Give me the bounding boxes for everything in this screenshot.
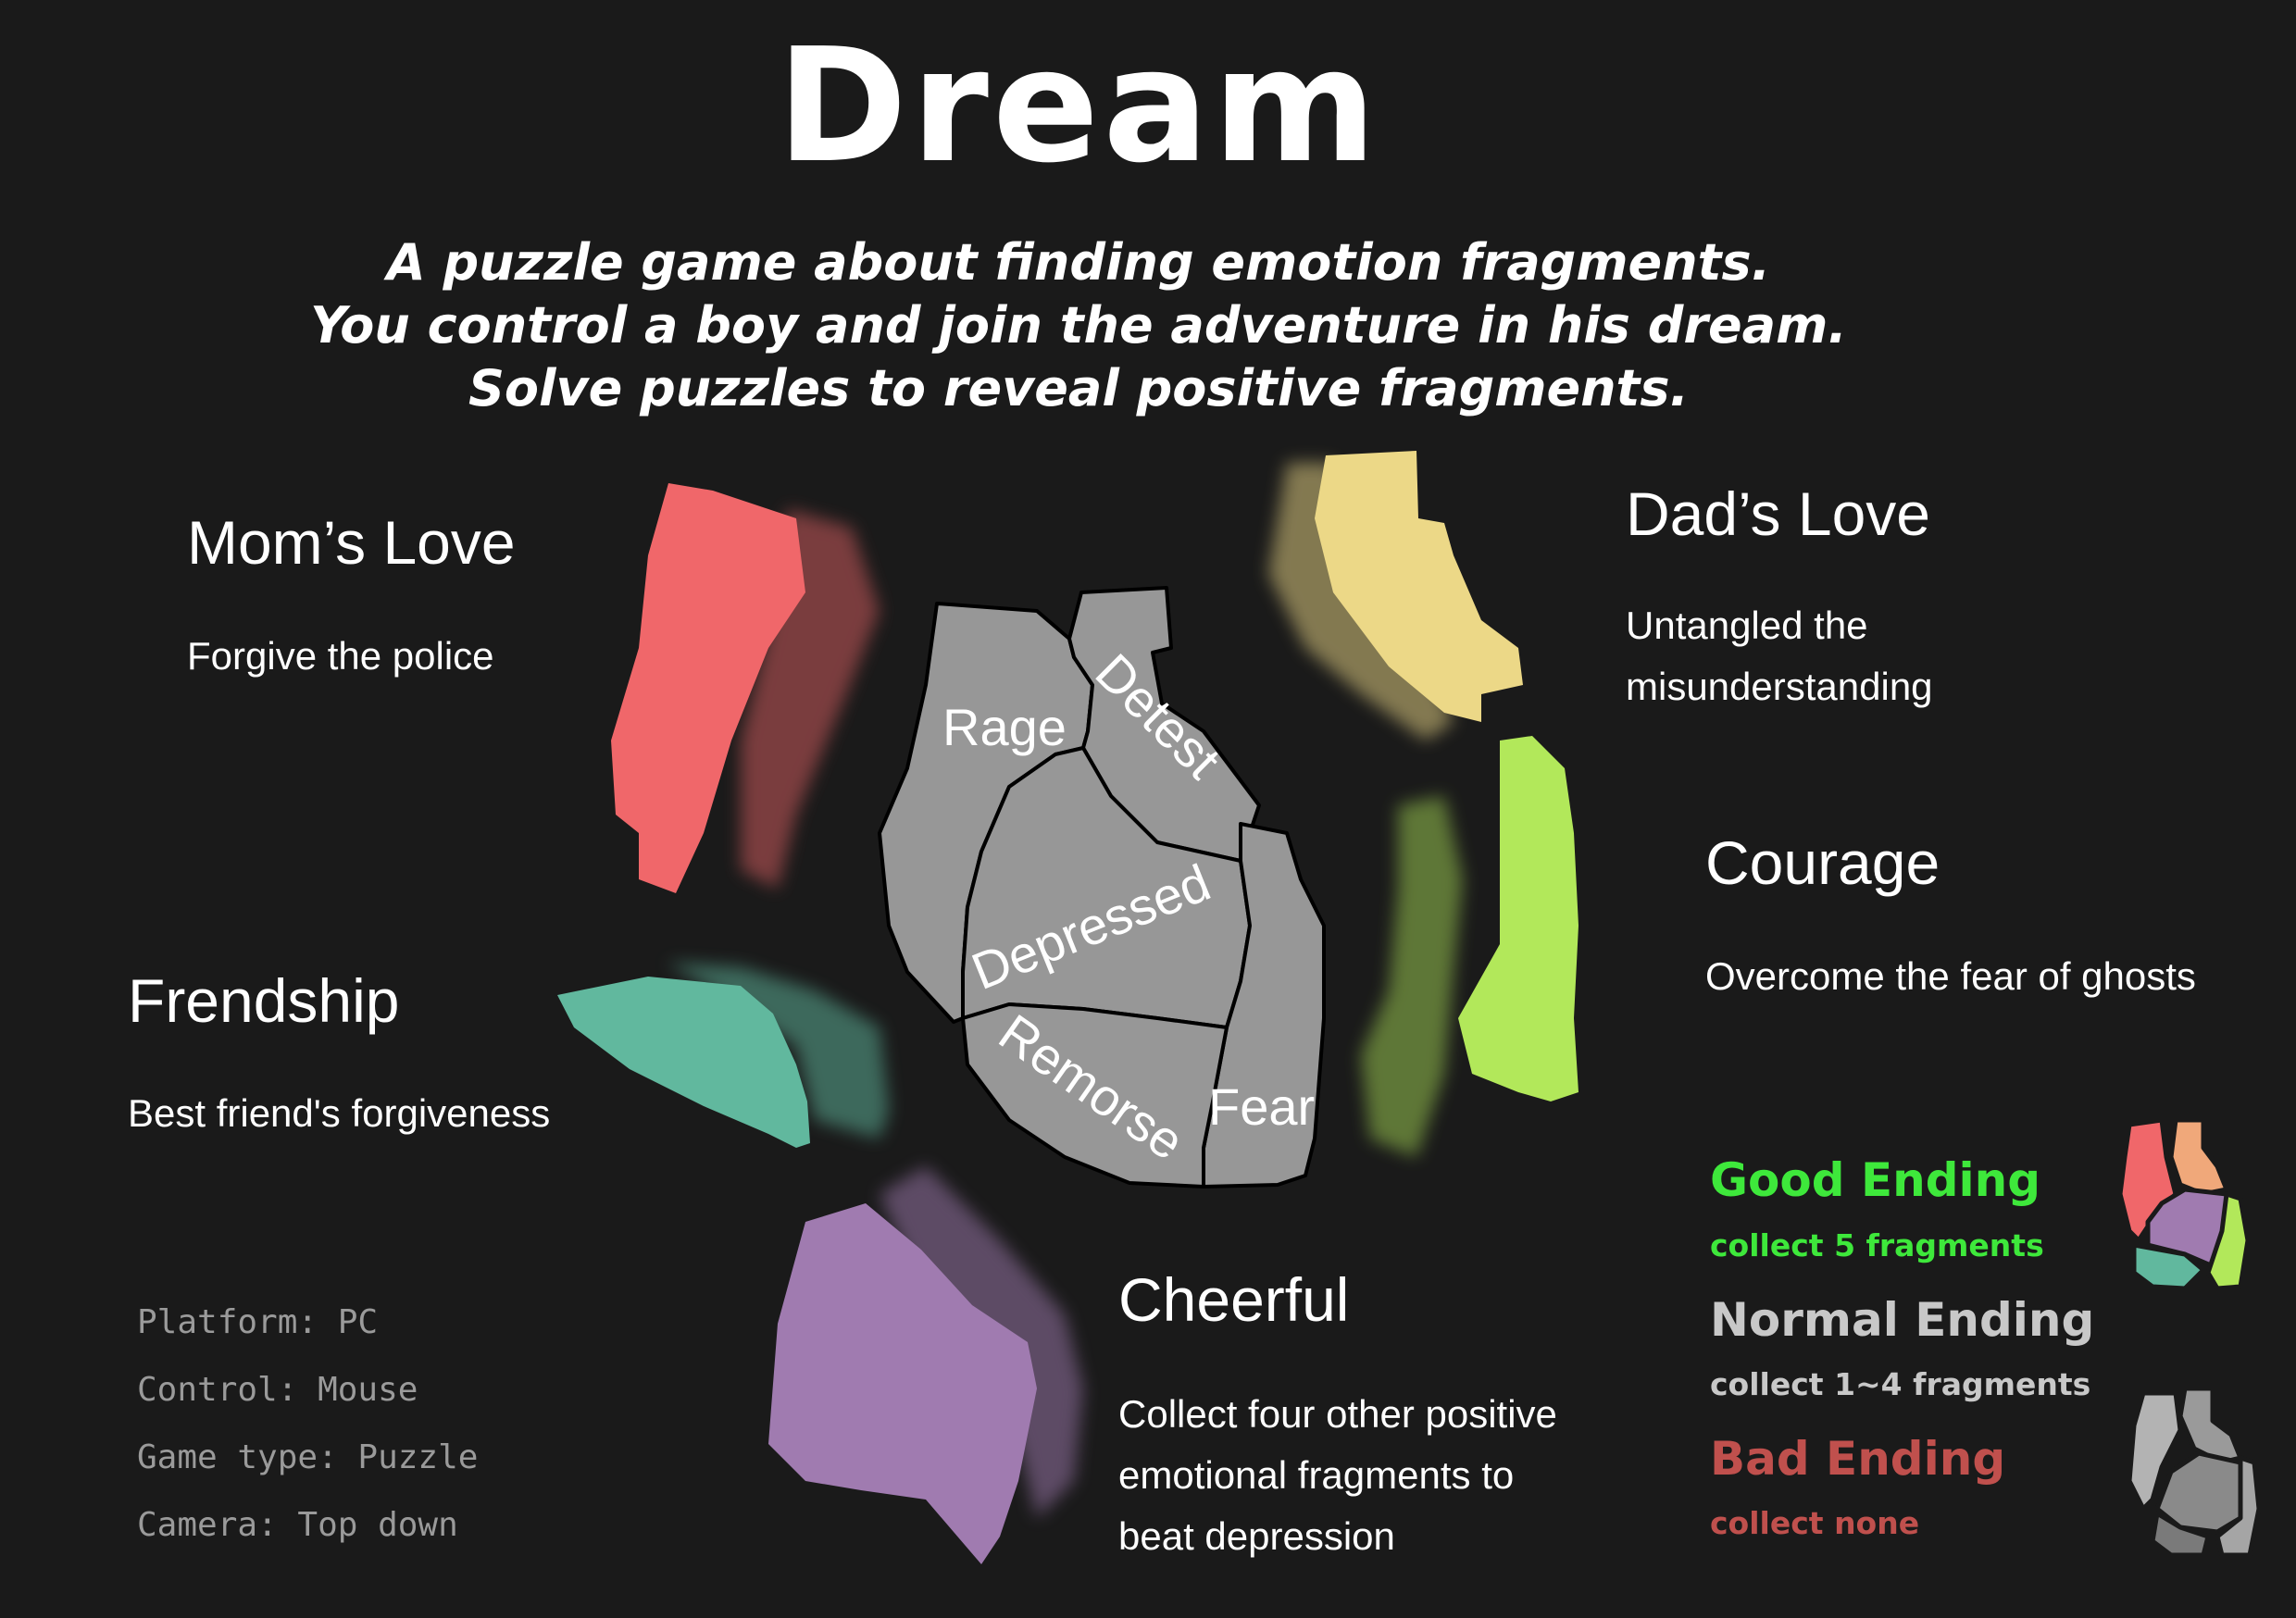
game-info: Platform: PC Control: Mouse Game type: P… [137,1288,478,1559]
good-ending-sub: collect 5 fragments [1710,1227,2044,1263]
courage-fragment [1458,736,1578,1101]
bad-ending-heart-icon [2127,1386,2262,1558]
cheerful-desc: Collect four other positive emotional fr… [1118,1384,1557,1567]
info-camera: Camera: Top down [137,1506,458,1544]
cheerful-title: Cheerful [1118,1265,1350,1334]
cheerful-desc-line-3: beat depression [1118,1514,1395,1558]
courage-title: Courage [1705,828,1940,897]
info-control: Control: Mouse [137,1371,418,1409]
moms-love-desc: Forgive the police [187,634,494,678]
dads-love-title: Dad’s Love [1626,479,1931,548]
moms-love-title: Mom’s Love [187,508,516,577]
friendship-desc: Best friend's forgiveness [128,1091,551,1135]
good-ending-title: Good Ending [1710,1153,2041,1207]
heart-label-fear: Fear [1208,1077,1315,1136]
courage-desc: Overcome the fear of ghosts [1705,954,2196,998]
good-ending-heart-icon [2117,1117,2251,1291]
heart-label-rage: Rage [942,698,1067,756]
normal-ending-title: Normal Ending [1710,1293,2095,1347]
normal-ending-sub: collect 1~4 fragments [1710,1366,2091,1402]
info-game-type: Game type: Puzzle [137,1438,479,1476]
cheerful-desc-line-2: emotional fragments to [1118,1453,1515,1497]
dads-love-desc: Untangled the misunderstanding [1626,604,1933,708]
bad-ending-title: Bad Ending [1710,1432,2006,1486]
cheerful-desc-line-1: Collect four other positive [1118,1392,1557,1436]
bad-ending-sub: collect none [1710,1505,1920,1541]
info-platform: Platform: PC [137,1303,379,1341]
courage-fragment-shadow [1361,796,1463,1157]
friendship-title: Frendship [128,966,400,1035]
